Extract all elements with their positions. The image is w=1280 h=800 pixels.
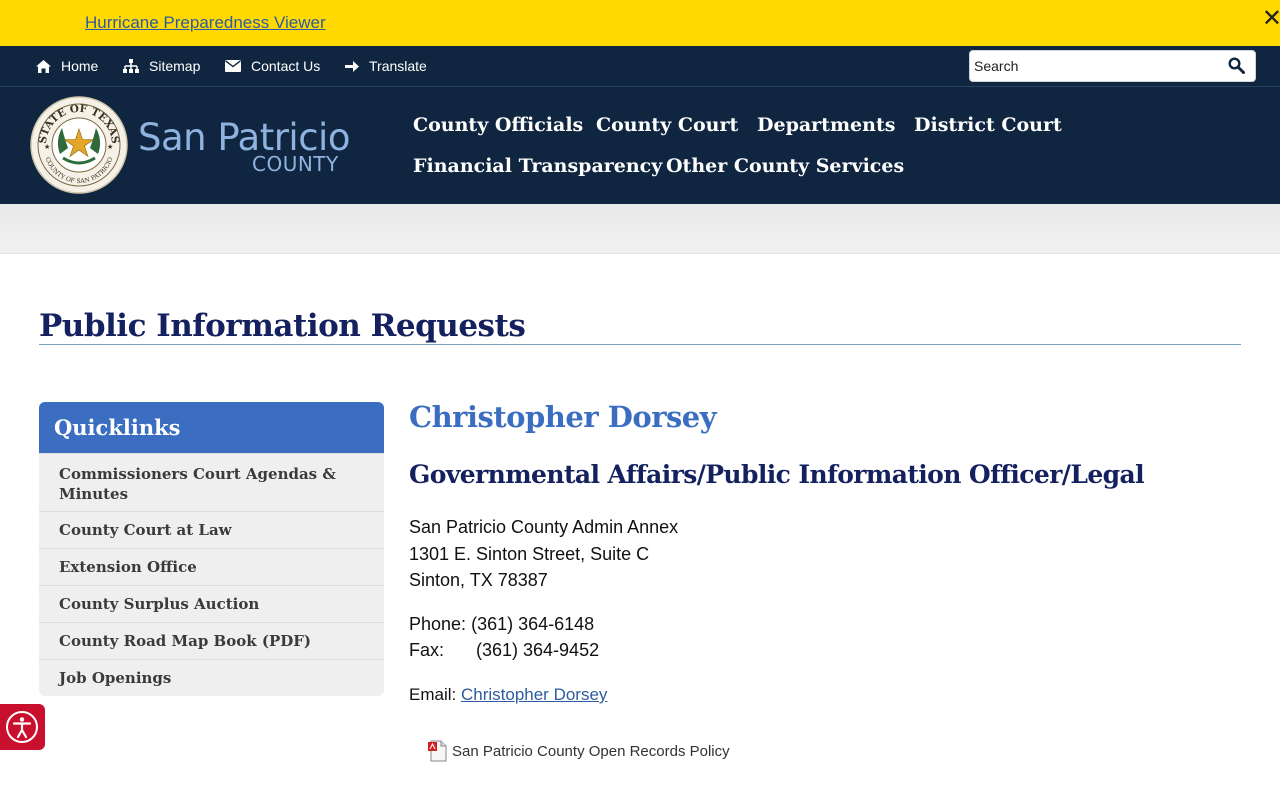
quicklinks-heading: Quicklinks [54, 415, 181, 440]
contact-role: Governmental Affairs/Public Information … [409, 460, 1145, 489]
nav-other-county-services[interactable]: Other County Services [666, 155, 904, 177]
svg-text:★: ★ [107, 143, 113, 151]
county-seal-logo[interactable]: STATE OF TEXAS COUNTY OF SAN PATRICIO ★ … [30, 96, 128, 194]
phone-label: Phone: [409, 614, 467, 634]
search-box [969, 50, 1256, 82]
contact-name: Christopher Dorsey [409, 400, 717, 434]
quicklinks-header: Quicklinks [39, 402, 384, 453]
sitemap-icon [123, 59, 139, 73]
utility-link-label: Translate [369, 58, 427, 74]
quicklink-item[interactable]: County Surplus Auction [39, 585, 384, 622]
utility-link-label: Sitemap [149, 58, 201, 74]
address-line: Sinton, TX 78387 [409, 570, 548, 590]
quicklink-item[interactable]: County Road Map Book (PDF) [39, 622, 384, 659]
envelope-icon [225, 60, 241, 72]
quicklink-item[interactable]: County Court at Law [39, 511, 384, 548]
nav-departments[interactable]: Departments [757, 114, 895, 136]
fax-number: (361) 364-9452 [476, 640, 600, 660]
search-input[interactable] [974, 58, 1214, 74]
utility-link-sitemap[interactable]: Sitemap [123, 58, 200, 74]
quicklink-item[interactable]: Commissioners Court Agendas & Minutes [39, 453, 384, 511]
banner-strip [0, 204, 1280, 254]
svg-text:★: ★ [44, 143, 50, 151]
accessibility-button[interactable] [0, 704, 45, 750]
pdf-icon [428, 740, 447, 762]
quicklinks-panel: Quicklinks Commissioners Court Agendas &… [39, 402, 384, 696]
utility-link-label: Home [61, 58, 99, 74]
phone-row: Phone: (361) 364-6148 [409, 614, 594, 635]
utility-link-home[interactable]: Home [36, 58, 98, 74]
address-line: 1301 E. Sinton Street, Suite C [409, 544, 650, 564]
alert-link[interactable]: Hurricane Preparedness Viewer [85, 13, 326, 33]
arrow-right-icon [345, 60, 359, 72]
email-link[interactable]: Christopher Dorsey [461, 685, 607, 704]
quicklink-item[interactable]: Job Openings [39, 659, 384, 696]
email-label: Email: [409, 685, 457, 704]
quicklink-item[interactable]: Extension Office [39, 548, 384, 585]
document-label: San Patricio County Open Records Policy [452, 742, 730, 760]
nav-district-court[interactable]: District Court [914, 114, 1062, 136]
nav-county-court[interactable]: County Court [596, 114, 738, 136]
title-divider [39, 344, 1241, 345]
search-icon[interactable] [1228, 57, 1245, 74]
address-line: San Patricio County Admin Annex [409, 517, 679, 537]
logo-county-subtitle: COUNTY [252, 152, 339, 176]
utility-link-label: Contact Us [251, 58, 321, 74]
phone-number: (361) 364-6148 [471, 614, 595, 634]
page-title: Public Information Requests [39, 308, 526, 344]
close-icon[interactable]: ✕ [1262, 6, 1280, 30]
utility-link-contact[interactable]: Contact Us [225, 58, 320, 74]
utility-link-translate[interactable]: Translate [345, 58, 427, 74]
home-icon [36, 59, 51, 73]
open-records-policy-link[interactable]: San Patricio County Open Records Policy [428, 740, 730, 762]
email-row: Email: Christopher Dorsey [409, 685, 607, 705]
nav-financial-transparency[interactable]: Financial Transparency [413, 155, 662, 177]
accessibility-icon [6, 711, 38, 743]
fax-label: Fax: [409, 640, 445, 660]
fax-row: Fax: (361) 364-9452 [409, 640, 599, 661]
nav-county-officials[interactable]: County Officials [413, 114, 583, 136]
